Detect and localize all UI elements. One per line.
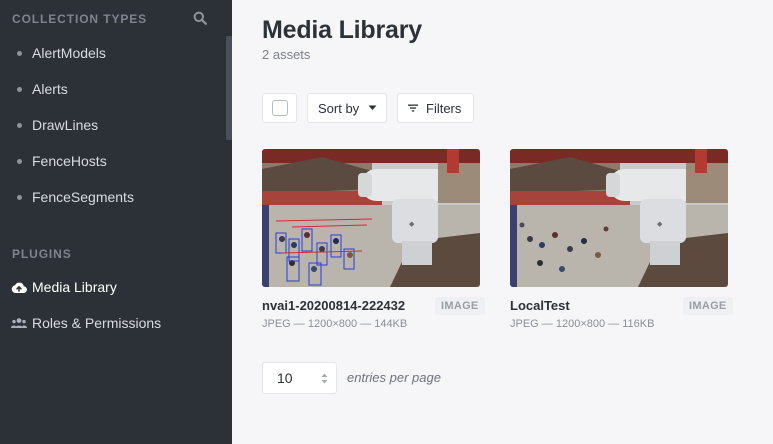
sidebar-item-alerts[interactable]: Alerts — [0, 74, 226, 104]
stepper-arrows-icon — [321, 372, 328, 385]
asset-thumbnail[interactable]: ◆ — [510, 149, 728, 287]
bullet-icon — [17, 194, 22, 200]
cloud-upload-icon — [11, 279, 27, 295]
asset-type-badge: IMAGE — [435, 297, 485, 315]
bullet-icon — [17, 50, 22, 56]
bullet-icon — [17, 86, 22, 92]
select-all-checkbox[interactable] — [262, 93, 297, 123]
users-icon — [11, 315, 27, 331]
asset-card[interactable]: ◆ — [262, 149, 480, 287]
per-page-value: 10 — [277, 370, 293, 386]
filters-button[interactable]: Filters — [397, 93, 474, 123]
sidebar-scrollbar[interactable] — [226, 36, 232, 140]
sidebar-item-fencesegments[interactable]: FenceSegments — [0, 182, 226, 212]
checkbox-square — [272, 100, 288, 116]
plugins-heading: PLUGINS — [12, 247, 72, 261]
filters-label: Filters — [426, 100, 462, 116]
sidebar-item-label: Roles & Permissions — [32, 315, 162, 331]
asset-thumbnail[interactable]: ◆ — [262, 149, 480, 287]
bullet-icon — [17, 158, 22, 164]
asset-card[interactable]: ◆ — [510, 149, 728, 287]
sidebar-item-label: Alerts — [32, 81, 68, 97]
asset-type-badge: IMAGE — [683, 297, 733, 315]
search-icon[interactable] — [193, 11, 209, 27]
sort-by-button[interactable]: Sort by — [307, 93, 387, 123]
asset-meta: JPEG — 1200×800 — 144KB — [262, 318, 408, 330]
sidebar: COLLECTION TYPES AlertModels Alerts Draw… — [0, 0, 232, 444]
sidebar-item-label: AlertModels — [32, 45, 106, 61]
sidebar-item-label: FenceSegments — [32, 189, 134, 205]
sidebar-item-roles-permissions[interactable]: Roles & Permissions — [0, 308, 226, 338]
asset-meta: JPEG — 1200×800 — 116KB — [510, 318, 655, 330]
sort-by-label: Sort by — [318, 100, 360, 116]
sidebar-item-drawlines[interactable]: DrawLines — [0, 110, 226, 140]
svg-text:◆: ◆ — [409, 220, 415, 228]
sidebar-item-label: DrawLines — [32, 117, 99, 133]
caret-down-icon — [368, 105, 377, 111]
svg-text:◆: ◆ — [657, 220, 663, 228]
sidebar-item-alertmodels[interactable]: AlertModels — [0, 38, 226, 68]
filter-icon — [408, 104, 418, 112]
sidebar-item-label: FenceHosts — [32, 153, 107, 169]
page-title: Media Library — [262, 16, 422, 44]
bullet-icon — [17, 122, 22, 128]
asset-name: LocalTest — [510, 298, 570, 313]
sidebar-item-label: Media Library — [32, 279, 117, 295]
entries-per-page-select[interactable]: 10 — [262, 362, 337, 394]
entries-per-page-label: entries per page — [347, 370, 441, 385]
collection-types-heading: COLLECTION TYPES — [12, 12, 148, 26]
sidebar-item-media-library[interactable]: Media Library — [0, 272, 226, 302]
asset-count: 2 assets — [262, 47, 311, 62]
asset-name: nvai1-20200814-222432 — [262, 298, 406, 313]
sidebar-item-fencehosts[interactable]: FenceHosts — [0, 146, 226, 176]
